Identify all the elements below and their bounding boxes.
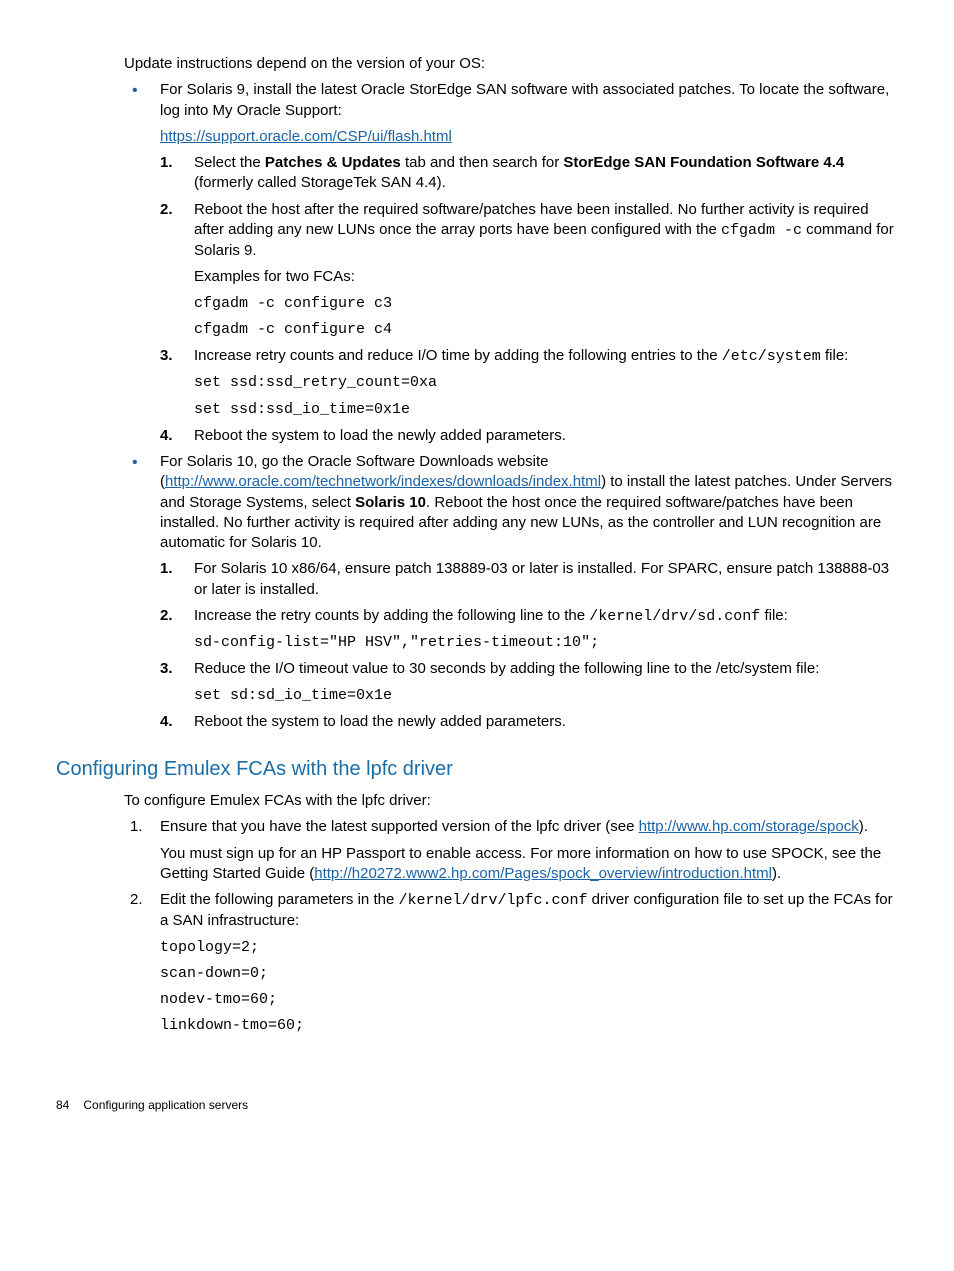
step-4: 4. Reboot the system to load the newly a… [160, 712, 898, 732]
text: Ensure that you have the latest supporte… [160, 818, 639, 835]
code-block: set ssd:ssd_io_time=0x1e [194, 400, 898, 420]
step-4: 4. Reboot the system to load the newly a… [160, 426, 898, 446]
bullet-text: For Solaris 9, install the latest Oracle… [160, 81, 889, 118]
code-block: set sd:sd_io_time=0x1e [194, 686, 898, 706]
text: ). [772, 865, 781, 882]
bold: StorEdge SAN Foundation Software 4.4 [563, 154, 844, 171]
text: Edit the following parameters in the [160, 891, 398, 908]
step-number: 2. [160, 200, 188, 220]
examples-label: Examples for two FCAs: [194, 267, 898, 287]
inline-code: /kernel/drv/lpfc.conf [398, 892, 587, 909]
text: Reduce the I/O timeout value to 30 secon… [194, 660, 819, 677]
inline-code: /etc/system [722, 348, 821, 365]
text: Increase the retry counts by adding the … [194, 607, 589, 624]
step-number: 3. [160, 346, 188, 366]
step-number: 3. [160, 659, 188, 679]
step-number: 2. [160, 606, 188, 626]
os-bullet-list: For Solaris 9, install the latest Oracle… [56, 80, 898, 732]
inline-code: /kernel/drv/sd.conf [589, 608, 760, 625]
text: Increase retry counts and reduce I/O tim… [194, 347, 722, 364]
step-number: 4. [160, 426, 188, 446]
footer-text: Configuring application servers [83, 1098, 248, 1112]
code-block: set ssd:ssd_retry_count=0xa [194, 373, 898, 393]
code-block: linkdown-tmo=60; [160, 1016, 898, 1036]
step-1: 1. Ensure that you have the latest suppo… [124, 817, 898, 884]
bullet-solaris9: For Solaris 9, install the latest Oracle… [124, 80, 898, 446]
spock-guide-link[interactable]: http://h20272.www2.hp.com/Pages/spock_ov… [314, 865, 772, 882]
oracle-downloads-link[interactable]: http://www.oracle.com/technetwork/indexe… [165, 473, 601, 490]
text: For Solaris 10 x86/64, ensure patch 1388… [194, 560, 889, 597]
text: Reboot the system to load the newly adde… [194, 713, 566, 730]
step-1: 1. For Solaris 10 x86/64, ensure patch 1… [160, 559, 898, 600]
bullet-solaris10: For Solaris 10, go the Oracle Software D… [124, 452, 898, 732]
page-footer: 84 Configuring application servers [56, 1097, 898, 1113]
solaris10-steps: 1. For Solaris 10 x86/64, ensure patch 1… [160, 559, 898, 732]
section-heading: Configuring Emulex FCAs with the lpfc dr… [56, 756, 898, 783]
text: file: [821, 347, 849, 364]
step-3: 3. Increase retry counts and reduce I/O … [160, 346, 898, 420]
step-2: 2. Edit the following parameters in the … [124, 890, 898, 1037]
text: tab and then search for [401, 154, 564, 171]
step-number: 1. [160, 153, 188, 173]
code-block: scan-down=0; [160, 964, 898, 984]
solaris9-steps: 1. Select the Patches & Updates tab and … [160, 153, 898, 446]
inline-code: cfgadm -c [721, 222, 802, 239]
step-2: 2. Reboot the host after the required so… [160, 200, 898, 341]
code-block: cfgadm -c configure c3 [194, 294, 898, 314]
text: (formerly called StorageTek SAN 4.4). [194, 174, 446, 191]
bold: Patches & Updates [265, 154, 401, 171]
code-block: sd-config-list="HP HSV","retries-timeout… [194, 633, 898, 653]
code-block: nodev-tmo=60; [160, 990, 898, 1010]
step-number: 2. [130, 890, 154, 910]
section-intro: To configure Emulex FCAs with the lpfc d… [124, 791, 898, 811]
text: Select the [194, 154, 265, 171]
step-3: 3. Reduce the I/O timeout value to 30 se… [160, 659, 898, 706]
hp-spock-link[interactable]: http://www.hp.com/storage/spock [639, 818, 859, 835]
lpfc-steps: 1. Ensure that you have the latest suppo… [56, 817, 898, 1036]
step-1: 1. Select the Patches & Updates tab and … [160, 153, 898, 194]
oracle-support-link[interactable]: https://support.oracle.com/CSP/ui/flash.… [160, 128, 452, 145]
code-block: topology=2; [160, 938, 898, 958]
step-number: 1. [160, 559, 188, 579]
text: ). [859, 818, 868, 835]
step-number: 1. [130, 817, 154, 837]
page-number: 84 [56, 1098, 69, 1112]
step-2: 2. Increase the retry counts by adding t… [160, 606, 898, 654]
intro-text: Update instructions depend on the versio… [124, 54, 898, 74]
bold: Solaris 10 [355, 494, 426, 511]
text: file: [760, 607, 788, 624]
step-number: 4. [160, 712, 188, 732]
text: Reboot the system to load the newly adde… [194, 427, 566, 444]
code-block: cfgadm -c configure c4 [194, 320, 898, 340]
